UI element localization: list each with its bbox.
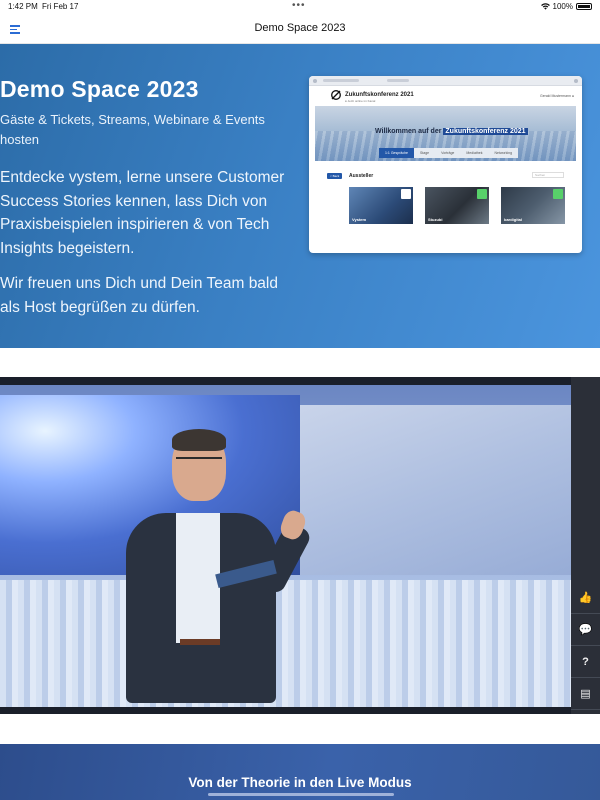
exhibitor-logo-icon xyxy=(401,189,411,199)
mock-user-label: Gerald Mustermann ● xyxy=(539,94,574,98)
video-frame[interactable] xyxy=(0,385,571,707)
thumbs-up-icon[interactable]: 👍 xyxy=(571,582,600,614)
mock-section-title: Aussteller xyxy=(349,173,374,179)
browser-chrome xyxy=(309,76,582,86)
stage-screen-right xyxy=(300,405,571,575)
wifi-icon xyxy=(540,3,550,10)
live-mode-section: Von der Theorie in den Live Modus xyxy=(0,744,600,800)
exhibitor-logo-icon xyxy=(553,189,563,199)
hero-section: Demo Space 2023 Gäste & Tickets, Streams… xyxy=(0,44,600,348)
battery-icon xyxy=(576,3,592,10)
mock-tab: 1:1 Gespräche xyxy=(379,148,414,158)
platform-preview-image: Zukunftskonferenz 2021 ● Jetzt online im… xyxy=(309,76,582,253)
status-time: 1:42 PM xyxy=(8,2,38,11)
presenter-figure xyxy=(120,427,320,707)
status-right: 100% xyxy=(540,2,592,11)
chat-icon[interactable]: 💬 xyxy=(571,614,600,646)
mock-tab: Vorträge xyxy=(435,148,461,158)
mock-welcome-prefix: Willkommen auf der xyxy=(375,128,442,135)
hero-title: Demo Space 2023 xyxy=(0,76,199,102)
mock-tab: Stage xyxy=(413,148,436,158)
hero-description: Entdecke vystem, lerne unsere Customer S… xyxy=(0,169,285,257)
mock-exhibitor-card: Vystem xyxy=(349,187,413,224)
conference-logo-icon xyxy=(331,90,341,100)
mock-welcome-heading: Willkommen auf der Zukunftskonferenz 202… xyxy=(375,128,528,135)
mock-conference-subtitle: ● Jetzt online im Kanal xyxy=(345,99,376,103)
status-date: Fri Feb 17 xyxy=(42,2,79,11)
video-player[interactable]: 👍 💬 ? ▤ xyxy=(0,377,600,714)
mock-exhibitor-card: bardigital xyxy=(501,187,565,224)
mock-back-button: < Back xyxy=(327,173,343,179)
notes-icon[interactable]: ▤ xyxy=(571,678,600,710)
hero-subtitle: Gäste & Tickets, Streams, Webinare & Eve… xyxy=(0,112,265,147)
mock-card-label: Stuzubi xyxy=(428,217,443,222)
multitasking-dots-icon[interactable]: ••• xyxy=(292,0,306,11)
heading-underline xyxy=(208,793,394,796)
nav-bar: Demo Space 2023 xyxy=(0,14,600,44)
exhibitor-logo-icon xyxy=(477,189,487,199)
mock-search-field: Suchen xyxy=(532,172,564,178)
browser-dot-icon xyxy=(574,79,578,83)
nav-title: Demo Space 2023 xyxy=(254,22,346,34)
section-heading: Von der Theorie in den Live Modus xyxy=(188,775,412,790)
video-interaction-sidebar: 👍 💬 ? ▤ xyxy=(571,377,600,714)
mock-conference-title: Zukunftskonferenz 2021 xyxy=(345,92,414,98)
mock-tabs: 1:1 Gespräche Stage Vorträge Mediathek N… xyxy=(379,148,519,158)
mock-tab: Mediathek xyxy=(460,148,489,158)
browser-dot-icon xyxy=(313,79,317,83)
mock-exhibitor-card: Stuzubi xyxy=(425,187,489,224)
mock-card-label: Vystem xyxy=(352,217,367,222)
mock-tab: Networking xyxy=(488,148,519,158)
question-icon[interactable]: ? xyxy=(571,646,600,678)
hero-invitation: Wir freuen uns Dich und Dein Team bald a… xyxy=(0,275,278,316)
mock-content: < Back Aussteller Suchen Vystem Stuzubi … xyxy=(315,164,576,247)
mock-card-label: bardigital xyxy=(504,217,523,222)
browser-tab xyxy=(387,79,409,82)
mock-banner: Willkommen auf der Zukunftskonferenz 202… xyxy=(315,106,576,161)
mock-welcome-highlight: Zukunftskonferenz 2021 xyxy=(443,128,528,135)
browser-tab xyxy=(323,79,359,82)
battery-percent: 100% xyxy=(552,2,573,11)
status-bar: 1:42 PM Fri Feb 17 ••• 100% xyxy=(0,0,600,14)
